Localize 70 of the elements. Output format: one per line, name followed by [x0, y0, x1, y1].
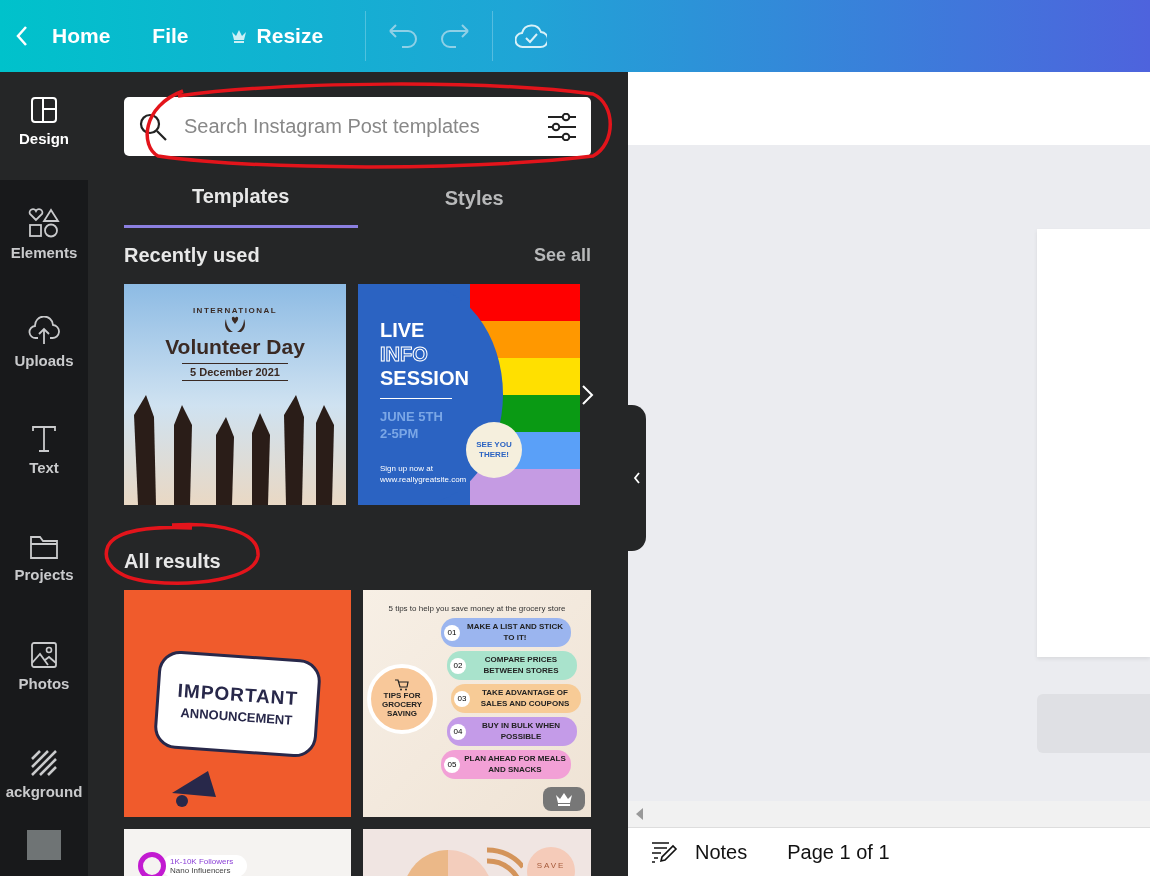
template-text: PLAN AHEAD FOR MEALS AND SNACKS [463, 754, 567, 775]
shopping-cart-icon [395, 678, 409, 691]
chevron-left-icon [14, 24, 30, 48]
template-text: COMPARE PRICES BETWEEN STORES [482, 655, 560, 676]
template-thumbnail[interactable]: INTERNATIONAL Volunteer Day 5 December 2021 [124, 284, 346, 505]
shapes-icon [28, 207, 60, 238]
cloud-check-icon[interactable] [515, 23, 548, 49]
layout-icon [30, 96, 58, 124]
tip-number: 03 [454, 690, 470, 707]
chevron-left-icon [633, 472, 641, 484]
sidebar-item[interactable]: Text [0, 396, 88, 504]
template-text: JUNE 5TH [380, 409, 444, 426]
template-text: 5 tips to help you save money at the grocery store [387, 604, 567, 613]
sidebar-item[interactable]: ackground [0, 720, 88, 828]
horizontal-scrollbar[interactable] [628, 801, 1150, 828]
template-text: Sign up now at [380, 462, 434, 474]
cloud-upload-icon [28, 315, 60, 346]
image-icon [30, 640, 58, 669]
sidebar-item[interactable]: Projects [0, 504, 88, 612]
crown-icon [230, 29, 247, 43]
filter-sliders-icon[interactable] [547, 112, 577, 141]
app-thumbnail[interactable] [27, 830, 61, 860]
section-heading: Recently used [124, 243, 260, 267]
template-thumbnail[interactable] [363, 590, 591, 817]
tab[interactable]: Styles [357, 168, 591, 228]
template-text: SAVE [536, 861, 566, 872]
text-icon [31, 424, 57, 453]
template-text: Volunteer Day [165, 335, 305, 359]
crown-icon [555, 792, 573, 806]
search-icon [138, 111, 168, 142]
sidebar-item[interactable]: Photos [0, 612, 88, 720]
template-text: MAKE A LIST AND STICK TO IT! [466, 622, 564, 643]
template-thumbnail[interactable]: LIVE INFO SESSION JUNE 5TH 2-5PM Sign up now at www.reallygreatsite.com SEE YOU THERE! [358, 284, 580, 505]
sidebar-item[interactable]: Design [0, 72, 88, 180]
template-text: INFO [380, 342, 429, 366]
tip-number: 05 [444, 756, 460, 773]
tip-number: 04 [450, 723, 466, 740]
section-heading: All results [124, 549, 221, 573]
undo-icon[interactable] [388, 24, 419, 48]
template-text: 2-5PM [380, 425, 420, 443]
template-thumbnail[interactable]: SAVE [363, 829, 591, 876]
notes-button[interactable]: Notes [651, 840, 748, 864]
tip-number: 01 [444, 624, 460, 641]
sidebar-item[interactable]: Elements [0, 180, 88, 288]
template-text: TIPS FOR GROCERY SAVING [380, 690, 424, 719]
template-thumbnail[interactable]: 1K-10K Followers Nano Influencers [124, 829, 351, 876]
folder-icon [29, 533, 59, 560]
search-bar[interactable]: Search Instagram Post templates [124, 97, 591, 156]
diagonal-stripes-icon [30, 748, 58, 777]
template-text: TAKE ADVANTAGE OF SALES AND COUPONS [479, 688, 571, 709]
heart-hands-icon [223, 315, 247, 333]
template-text: 5 December 2021 [182, 363, 288, 381]
see-all-link[interactable]: See all [533, 244, 591, 266]
template-thumbnail[interactable]: IMPORTANT ANNOUNCEMENT [124, 590, 351, 817]
template-text: LIVE [380, 318, 426, 342]
template-text: BUY IN BULK WHEN POSSIBLE [480, 721, 562, 742]
page-indicator[interactable]: Page 1 of 1 [787, 840, 890, 864]
template-text: www.reallygreatsite.com [380, 473, 468, 486]
template-text: Nano Influencers [170, 866, 232, 875]
template-text: INTERNATIONAL [192, 306, 278, 315]
tip-number: 02 [450, 657, 466, 674]
chevron-right-icon[interactable] [580, 384, 594, 406]
template-text: SESSION [380, 366, 470, 390]
redo-icon[interactable] [440, 24, 471, 48]
notes-pencil-icon [651, 841, 679, 863]
collapse-panel-handle[interactable] [628, 405, 646, 551]
scroll-left-arrow-icon[interactable] [636, 808, 644, 820]
sidebar-item[interactable]: Uploads [0, 288, 88, 396]
template-text: 1K-10K Followers [170, 857, 234, 866]
tab[interactable]: Templates [124, 168, 358, 228]
